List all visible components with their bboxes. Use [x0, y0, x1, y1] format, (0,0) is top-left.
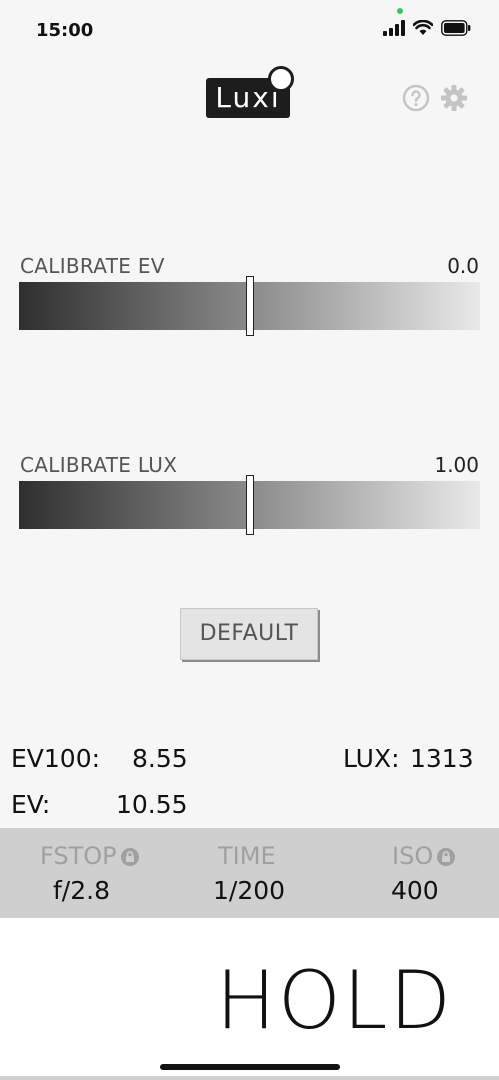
time-value[interactable]: 1/200 [213, 876, 285, 905]
calibrate-ev-slider[interactable] [19, 276, 480, 336]
calibrate-lux-slider[interactable] [19, 475, 480, 535]
calibrate-lux-slider-thumb[interactable] [245, 475, 254, 535]
calibrate-ev-slider-thumb[interactable] [245, 276, 254, 336]
hold-area[interactable]: HOLD [0, 918, 499, 1080]
hold-button-label[interactable]: HOLD [216, 954, 453, 1047]
wifi-icon [413, 20, 433, 35]
iso-label[interactable]: ISO [392, 842, 456, 870]
status-bar: 15:00 [0, 0, 499, 60]
lux-label: LUX: [343, 744, 400, 773]
exposure-settings-bar: FSTOP f/2.8 TIME 1/200 ISO 400 [0, 828, 499, 918]
lux-value: 1313 [410, 744, 474, 773]
lock-icon [437, 848, 456, 866]
fstop-label-text: FSTOP [40, 842, 117, 870]
iso-label-text: ISO [392, 842, 434, 870]
ev100-value: 8.55 [132, 744, 188, 773]
gear-icon[interactable] [440, 84, 468, 112]
ev100-label: EV100: [11, 744, 101, 773]
ev-value: 10.55 [116, 790, 188, 819]
status-icons [383, 20, 471, 36]
help-icon[interactable] [402, 84, 430, 112]
fstop-value[interactable]: f/2.8 [53, 876, 110, 905]
home-indicator [160, 1064, 340, 1070]
battery-icon [441, 20, 471, 36]
cellular-signal-icon [383, 20, 405, 36]
status-time: 15:00 [36, 20, 94, 41]
fstop-label[interactable]: FSTOP [40, 842, 140, 870]
privacy-indicator-dot [397, 8, 403, 14]
lock-icon [120, 848, 139, 866]
bottom-divider [0, 1076, 499, 1080]
time-label[interactable]: TIME [218, 842, 276, 870]
logo-ring [268, 66, 294, 92]
luxi-logo: Luxi [206, 66, 294, 120]
calibrate-lux-value: 1.00 [434, 453, 479, 477]
iso-value[interactable]: 400 [391, 876, 439, 905]
calibrate-ev-value: 0.0 [447, 254, 479, 278]
ev-label: EV: [11, 790, 51, 819]
default-button[interactable]: DEFAULT [180, 608, 318, 660]
calibrate-ev-label: CALIBRATE EV [20, 254, 165, 278]
calibrate-lux-label: CALIBRATE LUX [20, 453, 178, 477]
